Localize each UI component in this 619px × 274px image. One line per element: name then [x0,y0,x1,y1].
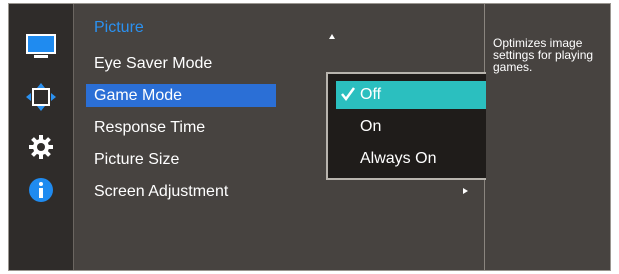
picture-category[interactable] [25,33,57,61]
screen-position-category[interactable] [25,83,57,111]
gear-icon [29,135,53,159]
option-on-label: On [360,118,382,135]
information-category[interactable] [25,176,57,204]
monitor-icon [26,34,56,58]
help-panel: Optimizes image settings for playing gam… [486,4,610,270]
option-off-label: Off [360,86,382,103]
menu-item-game-mode[interactable]: Game Mode [86,84,276,107]
menu-item-eye-saver-mode[interactable]: Eye Saver Mode [86,52,276,75]
checkmark-icon [341,87,356,102]
move-arrows-icon [26,83,56,111]
scroll-up-arrow-icon[interactable] [329,34,335,39]
menu-item-screen-adjustment-label: Screen Adjustment [94,183,229,200]
option-always-on-label: Always On [360,150,437,167]
info-icon [29,178,53,202]
submenu-arrow-icon [463,188,468,194]
menu-item-picture-size[interactable]: Picture Size [86,148,276,171]
menu-item-screen-adjustment[interactable]: Screen Adjustment [86,180,476,203]
menu-title: Picture [94,19,144,36]
category-icon-column [9,4,74,270]
help-description: Optimizes image settings for playing gam… [493,36,594,74]
menu-item-response-time[interactable]: Response Time [86,116,276,139]
settings-category[interactable] [25,133,57,161]
icon-column-divider [73,4,74,270]
picture-menu-panel: Picture Eye Saver Mode Game Mode Respons… [75,4,542,270]
osd-menu-window: Picture Eye Saver Mode Game Mode Respons… [8,3,611,271]
